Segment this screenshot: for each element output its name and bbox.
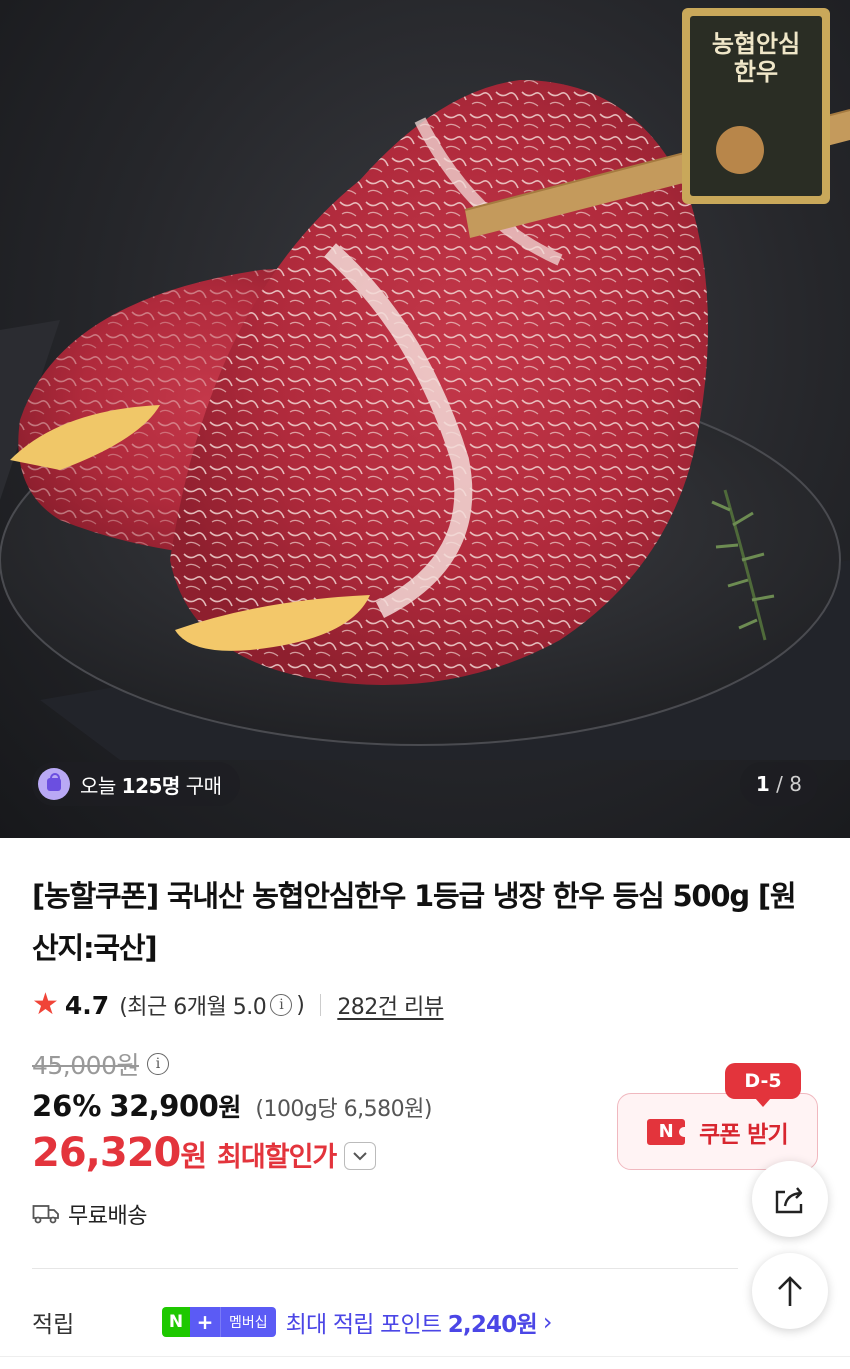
rating-score: 4.7 xyxy=(64,990,110,1020)
page-current: 1 xyxy=(755,772,770,796)
coupon-button[interactable]: N 쿠폰 받기 xyxy=(617,1093,818,1170)
rating-row: ★ 4.7 (최근 6개월 5.0 i ) 282건 리뷰 xyxy=(32,985,444,1025)
original-price: 45,000원 i xyxy=(32,1046,173,1082)
image-page-indicator: 1 / 8 xyxy=(739,762,818,806)
recent-rating: (최근 6개월 5.0 i ) xyxy=(119,989,305,1021)
divider xyxy=(320,994,322,1016)
points-row[interactable]: 적립 N + 멤버십 최대 적립 포인트 2,240원 › xyxy=(32,1303,552,1341)
page-total: / 8 xyxy=(776,772,802,796)
arrow-up-icon xyxy=(778,1276,802,1306)
naver-coupon-icon: N xyxy=(647,1118,687,1145)
info-icon[interactable]: i xyxy=(270,994,293,1016)
chevron-right-icon: › xyxy=(542,1308,553,1336)
shipping-row: 무료배송 xyxy=(32,1196,147,1232)
dday-badge: D-5 xyxy=(725,1063,801,1107)
sale-price: 32,900 xyxy=(109,1089,219,1123)
max-points-text: 최대 적립 포인트 2,240원 xyxy=(285,1312,538,1338)
max-discount-price: 26,320 xyxy=(32,1130,181,1176)
share-button[interactable] xyxy=(752,1161,828,1237)
bottom-divider xyxy=(0,1356,850,1357)
points-label: 적립 xyxy=(32,1312,75,1338)
star-icon: ★ xyxy=(32,987,59,1022)
naver-plus-membership-badge: N + 멤버십 xyxy=(162,1307,276,1337)
product-title: [농할쿠폰] 국내산 농협안심한우 1등급 냉장 한우 등심 500g [원산지… xyxy=(32,879,797,965)
scroll-top-button[interactable] xyxy=(752,1253,828,1329)
shopping-bag-icon xyxy=(38,768,70,800)
today-purchase-pill: 오늘 125명 구매 xyxy=(32,762,240,806)
original-price-value: 45,000원 xyxy=(32,1051,139,1080)
sale-price-row: 26% 32,900 원 (100g당 6,580원) xyxy=(32,1088,432,1130)
max-discount-label: 최대할인가 xyxy=(217,1142,337,1173)
sale-price-unit: 원 xyxy=(218,1093,242,1122)
truck-icon xyxy=(32,1205,59,1224)
brand-badge-text: 농협안심한우 xyxy=(711,29,801,86)
max-discount-row[interactable]: 26,320 원 최대할인가 xyxy=(32,1130,377,1182)
price-info-icon[interactable]: i xyxy=(146,1053,169,1075)
section-divider xyxy=(32,1268,738,1269)
discount-percent: 26% xyxy=(32,1089,102,1123)
recent-rating-text: (최근 6개월 5.0 xyxy=(119,995,267,1020)
shipping-label: 무료배송 xyxy=(68,1204,147,1229)
brand-badge: 농협안심한우 xyxy=(690,22,822,192)
share-icon xyxy=(775,1187,803,1214)
coupon-button-label: 쿠폰 받기 xyxy=(699,1121,788,1148)
max-discount-unit: 원 xyxy=(180,1139,208,1173)
unit-price: (100g당 6,580원) xyxy=(255,1097,432,1122)
today-purchase-text: 오늘 125명 구매 xyxy=(80,773,222,798)
chevron-down-icon[interactable] xyxy=(344,1142,377,1170)
review-link[interactable]: 282건 리뷰 xyxy=(337,989,444,1021)
product-image[interactable]: 농협안심한우 오늘 125명 구매 1 / 8 xyxy=(0,0,850,838)
